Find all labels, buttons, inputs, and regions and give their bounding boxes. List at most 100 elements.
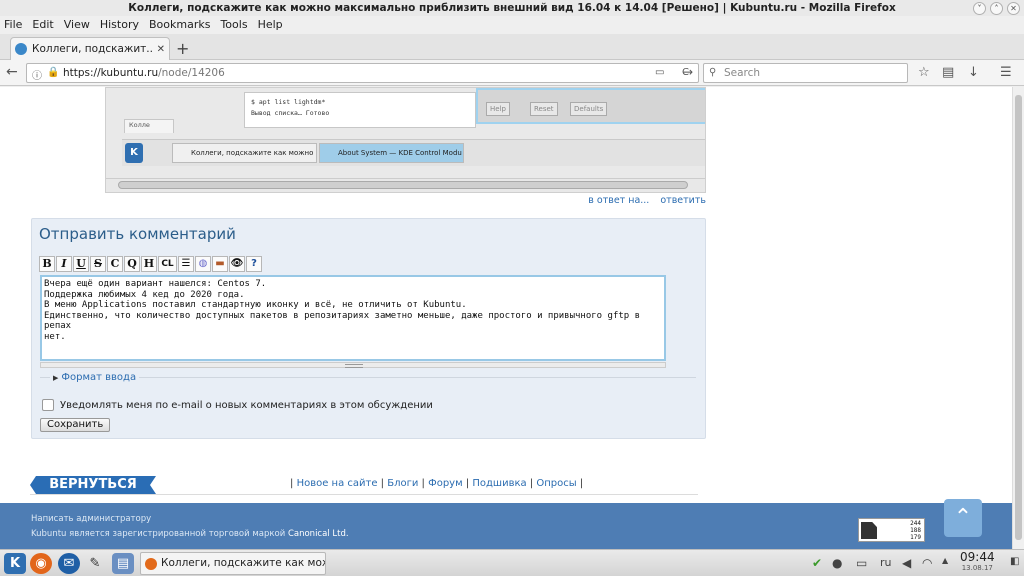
back-button[interactable]: ← xyxy=(6,64,18,80)
search-input[interactable]: ⚲ Search xyxy=(703,63,908,83)
hamburger-menu-icon[interactable]: ☰ xyxy=(1000,65,1012,80)
desktop-corner-icon[interactable]: ◧ xyxy=(1010,556,1019,567)
italic-button[interactable]: I xyxy=(56,256,72,272)
divider xyxy=(30,494,698,495)
footer-link-forum[interactable]: Форум xyxy=(428,478,463,489)
download-icon[interactable]: ↓ xyxy=(968,65,979,80)
new-tab-button[interactable]: + xyxy=(176,39,189,58)
page-content: $ apt list lightdm* Вывод списка… Готово… xyxy=(0,87,1012,549)
info-icon[interactable]: ⓘ xyxy=(32,67,42,82)
form-title: Отправить комментарий xyxy=(39,225,236,243)
dark-circle-icon[interactable]: ● xyxy=(832,556,842,570)
devices-icon[interactable]: ▭ xyxy=(856,556,867,570)
url-host: https://kubuntu.ru xyxy=(63,67,159,79)
code-line-button[interactable]: CL xyxy=(158,256,177,272)
inner-taskbar: K Коллеги, подскажите как можно м About … xyxy=(122,139,705,166)
kde-launcher-icon[interactable]: K xyxy=(4,553,26,574)
search-placeholder: Search xyxy=(724,67,761,79)
clock-time: 09:44 xyxy=(960,550,995,564)
help-icon[interactable]: ? xyxy=(246,256,262,272)
footer-link-polls[interactable]: Опросы xyxy=(536,478,576,489)
file-manager-icon[interactable]: ▤ xyxy=(112,553,134,574)
dialog-snippet: Help Reset Defaults xyxy=(476,88,705,124)
terminal-snippet: $ apt list lightdm* Вывод списка… Готово xyxy=(244,92,476,128)
keyboard-layout-indicator[interactable]: ru xyxy=(880,556,892,569)
link-icon[interactable]: ◍ xyxy=(195,256,211,272)
go-arrow-icon[interactable]: → xyxy=(683,65,693,79)
scroll-to-top-button[interactable]: ⌃ xyxy=(944,499,982,537)
canonical-link[interactable]: Canonical Ltd. xyxy=(288,529,349,539)
reply-link[interactable]: ответить xyxy=(660,195,706,206)
trademark-prefix: Kubuntu является зарегистрированной торг… xyxy=(31,529,288,539)
comment-form: Отправить комментарий B I U S C Q H CL ☰… xyxy=(31,218,706,439)
menu-edit[interactable]: Edit xyxy=(32,16,53,34)
volume-icon[interactable]: ◀ xyxy=(902,556,911,570)
menu-view[interactable]: View xyxy=(64,16,90,34)
stats-counter[interactable]: 244 188 179 xyxy=(858,518,925,542)
preview-eye-icon[interactable]: 👁 xyxy=(229,256,245,272)
vertical-scrollbar[interactable] xyxy=(1012,87,1024,549)
strike-button[interactable]: S xyxy=(90,256,106,272)
tab-title: Коллеги, подскажит... xyxy=(32,43,153,55)
bookmark-star-icon[interactable]: ☆ xyxy=(918,65,930,80)
menu-tools[interactable]: Tools xyxy=(220,16,247,34)
text-editor-icon[interactable]: ✎ xyxy=(84,553,106,574)
image-icon[interactable]: ▬ xyxy=(212,256,228,272)
dialog-help-button: Help xyxy=(486,102,510,116)
menu-history[interactable]: History xyxy=(100,16,139,34)
url-bar[interactable]: ⓘ 🔒 https://kubuntu.ru/node/14206 ▭ C xyxy=(26,63,699,83)
footer-links: | Новое на сайте | Блоги | Форум | Подши… xyxy=(290,478,584,489)
menu-help[interactable]: Help xyxy=(258,16,283,34)
footer-link-new[interactable]: Новое на сайте xyxy=(297,478,378,489)
tab-active[interactable]: Коллеги, подскажит... ✕ xyxy=(10,37,170,60)
site-footer: Написать администратору Kubuntu является… xyxy=(0,503,1012,549)
menu-bookmarks[interactable]: Bookmarks xyxy=(149,16,210,34)
minimize-button[interactable]: ˅ xyxy=(973,2,986,15)
taskbar-task-firefox[interactable]: Коллеги, подскажите как можно xyxy=(140,552,326,575)
library-icon[interactable]: ▤ xyxy=(942,65,954,80)
clock-date: 13.08.17 xyxy=(961,564,993,572)
input-format-label: Формат ввода xyxy=(61,372,137,383)
counter-logo-icon xyxy=(861,522,877,539)
underline-button[interactable]: U xyxy=(73,256,89,272)
inner-task-1: Коллеги, подскажите как можно м xyxy=(172,143,317,163)
close-window-button[interactable]: ✕ xyxy=(1007,2,1020,15)
notify-checkbox[interactable] xyxy=(42,399,54,411)
comment-textarea[interactable]: Вчера ещё один вариант нашелся: Centos 7… xyxy=(40,275,666,361)
quote-button[interactable]: Q xyxy=(124,256,140,272)
scrollbar-thumb[interactable] xyxy=(118,181,688,189)
kde-panel: K ◉ ✉ ✎ ▤ Коллеги, подскажите как можно … xyxy=(0,549,1024,576)
updates-check-icon[interactable]: ✔ xyxy=(812,556,822,570)
trademark-text: Kubuntu является зарегистрированной торг… xyxy=(31,529,349,539)
menu-file[interactable]: File xyxy=(4,16,22,34)
firefox-icon[interactable]: ◉ xyxy=(30,553,52,574)
save-button[interactable]: Сохранить xyxy=(40,418,111,432)
reader-view-icon[interactable]: ▭ xyxy=(655,67,664,78)
wifi-icon[interactable]: ◠ xyxy=(922,556,932,570)
thunderbird-icon[interactable]: ✉ xyxy=(58,553,80,574)
back-button-badge[interactable]: ВЕРНУТЬСЯ xyxy=(30,476,156,494)
bold-button[interactable]: B xyxy=(39,256,55,272)
list-icon[interactable]: ☰ xyxy=(178,256,194,272)
admin-link[interactable]: Написать администратору xyxy=(31,514,151,524)
input-format-toggle[interactable]: ▶ Формат ввода xyxy=(50,372,140,383)
code-button[interactable]: C xyxy=(107,256,123,272)
horizontal-scrollbar[interactable] xyxy=(106,178,705,192)
menu-bar: File Edit View History Bookmarks Tools H… xyxy=(0,16,1024,34)
textarea-resize-grip[interactable] xyxy=(40,362,666,368)
footer-link-blogs[interactable]: Блоги xyxy=(387,478,418,489)
tray-expand-icon[interactable]: ▲ xyxy=(942,556,948,565)
maximize-button[interactable]: ˄ xyxy=(990,2,1003,15)
vertical-scrollbar-thumb[interactable] xyxy=(1015,95,1022,540)
heading-button[interactable]: H xyxy=(141,256,157,272)
embedded-screenshot: $ apt list lightdm* Вывод списка… Готово… xyxy=(105,87,706,193)
terminal-line: $ apt list lightdm* xyxy=(251,98,326,106)
search-icon: ⚲ xyxy=(709,67,717,78)
footer-link-archive[interactable]: Подшивка xyxy=(472,478,526,489)
triangle-right-icon: ▶ xyxy=(53,374,59,382)
in-reply-to-link[interactable]: в ответ на... xyxy=(588,195,649,206)
clock[interactable]: 09:44 13.08.17 xyxy=(960,551,995,573)
kubuntu-favicon-icon xyxy=(15,43,27,55)
tab-close-icon[interactable]: ✕ xyxy=(157,44,165,55)
tab-bar: Коллеги, подскажит... ✕ + xyxy=(0,34,1024,60)
